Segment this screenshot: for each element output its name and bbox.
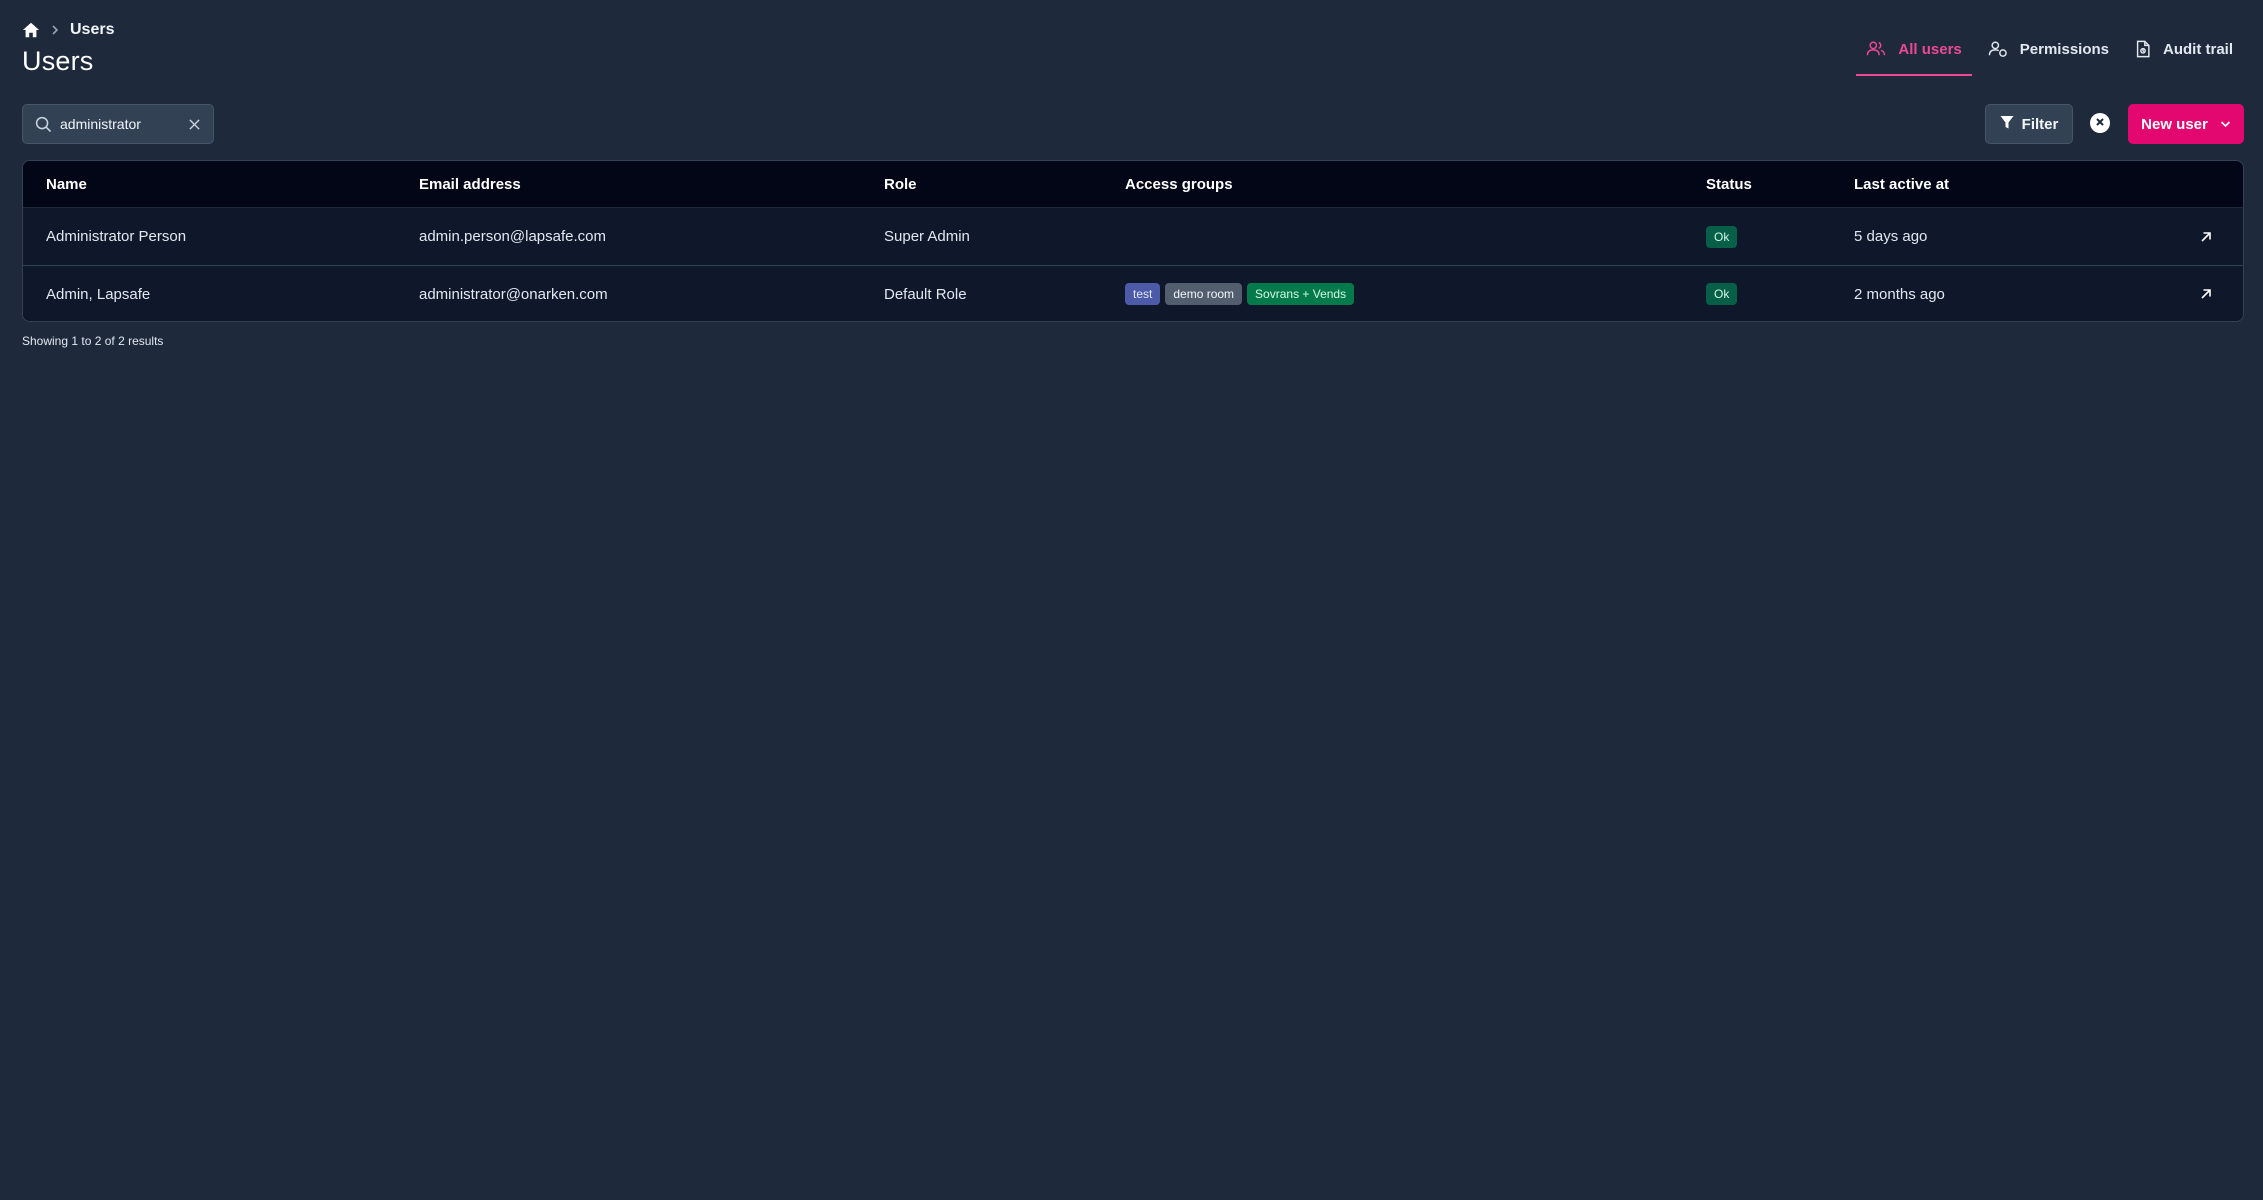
search-icon <box>35 116 52 133</box>
access-group-tag: Sovrans + Vends <box>1247 283 1355 305</box>
users-icon <box>1866 40 1886 58</box>
user-name: Admin, Lapsafe <box>46 285 151 303</box>
funnel-icon <box>2000 115 2014 134</box>
breadcrumb: Users <box>22 18 114 42</box>
tab-label: Permissions <box>2019 40 2109 58</box>
access-group-tag: demo room <box>1165 283 1243 305</box>
status-badge: Ok <box>1706 225 1738 248</box>
clear-filters-button[interactable] <box>2090 113 2110 133</box>
status-badge: Ok <box>1706 283 1738 305</box>
table-header: Name Email address Role Access groups St… <box>23 161 2243 208</box>
column-header-name[interactable]: Name <box>46 176 87 193</box>
column-header-last-active[interactable]: Last active at <box>1854 176 1949 193</box>
column-header-status[interactable]: Status <box>1706 176 1752 193</box>
column-header-access-groups[interactable]: Access groups <box>1125 176 1233 193</box>
filter-label: Filter <box>2021 115 2059 133</box>
results-summary: Showing 1 to 2 of 2 results <box>22 334 164 348</box>
status-cell: Ok <box>1706 225 1738 248</box>
user-email: admin.person@lapsafe.com <box>419 228 606 245</box>
status-cell: Ok <box>1706 283 1738 305</box>
filter-button[interactable]: Filter <box>1985 104 2073 144</box>
document-icon <box>2135 40 2151 58</box>
home-icon[interactable] <box>22 21 40 39</box>
table-row[interactable]: Administrator Person admin.person@lapsaf… <box>23 208 2243 265</box>
tab-label: All users <box>1898 40 1962 58</box>
last-active: 2 months ago <box>1854 285 1945 303</box>
column-header-email[interactable]: Email address <box>419 176 521 193</box>
user-permissions-icon <box>1988 40 2008 58</box>
user-role: Super Admin <box>884 228 970 245</box>
search-field[interactable] <box>22 104 214 144</box>
user-role: Default Role <box>884 285 967 303</box>
section-tabs: All users Permissions Audit trail <box>1856 28 2243 76</box>
access-groups: test demo room Sovrans + Vends <box>1125 283 1355 305</box>
access-group-tag: test <box>1125 283 1161 305</box>
last-active: 5 days ago <box>1854 228 1928 245</box>
clear-search-icon[interactable] <box>188 118 201 131</box>
new-user-label: New user <box>2141 115 2208 133</box>
search-input[interactable] <box>60 116 180 132</box>
tab-label: Audit trail <box>2163 40 2233 58</box>
column-header-role[interactable]: Role <box>884 176 917 193</box>
new-user-button[interactable]: New user <box>2128 104 2244 144</box>
open-user-icon[interactable] <box>2199 230 2213 244</box>
tab-all-users[interactable]: All users <box>1856 28 1973 76</box>
user-name: Administrator Person <box>46 228 187 245</box>
breadcrumb-current[interactable]: Users <box>70 21 114 39</box>
chevron-right-icon <box>50 24 60 36</box>
page-title: Users <box>22 46 94 76</box>
open-user-icon[interactable] <box>2199 287 2213 301</box>
close-icon <box>2095 114 2105 132</box>
tab-permissions[interactable]: Permissions <box>1978 28 2119 70</box>
table-row[interactable]: Admin, Lapsafe administrator@onarken.com… <box>23 265 2243 321</box>
tab-audit-trail[interactable]: Audit trail <box>2125 28 2243 70</box>
chevron-down-icon <box>2220 120 2231 128</box>
user-email: administrator@onarken.com <box>419 285 608 303</box>
users-table: Name Email address Role Access groups St… <box>22 160 2244 322</box>
